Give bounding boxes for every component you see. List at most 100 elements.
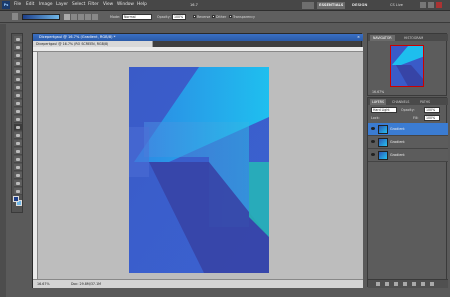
- dither-label: Dither: [216, 15, 227, 19]
- eye-icon[interactable]: [371, 140, 375, 143]
- maximize-button[interactable]: [428, 2, 434, 8]
- eraser-tool[interactable]: [14, 116, 22, 123]
- layer-name: Gradient: [390, 127, 405, 131]
- layers-panel-header: LAYERS CHANNELS PATHS: [368, 98, 448, 105]
- layer-row[interactable]: Gradient: [368, 149, 448, 162]
- shape-tool[interactable]: [14, 172, 22, 179]
- zoom-level[interactable]: 16.7: [190, 3, 198, 7]
- 3d-rotate-tool[interactable]: [14, 180, 22, 187]
- status-doc-size: Doc: 29.8M/37.1M: [71, 282, 102, 286]
- artwork-canvas[interactable]: [129, 67, 269, 273]
- tab-histogram[interactable]: HISTOGRAM: [401, 35, 426, 41]
- add-mask-icon[interactable]: [394, 282, 398, 286]
- opacity-label: Opacity:: [157, 15, 171, 19]
- marquee-tool[interactable]: [14, 44, 22, 51]
- cs-live-button[interactable]: CS Live: [390, 3, 403, 7]
- trash-icon[interactable]: [430, 282, 434, 286]
- history-brush-tool[interactable]: [14, 108, 22, 115]
- workspace-icon[interactable]: [302, 2, 314, 9]
- navigator-preview[interactable]: [390, 45, 424, 87]
- status-zoom[interactable]: 16.67%: [37, 282, 50, 286]
- left-dock: [0, 24, 6, 297]
- minimize-button[interactable]: [420, 2, 426, 8]
- reflected-gradient-icon[interactable]: [85, 14, 91, 20]
- angle-gradient-icon[interactable]: [78, 14, 84, 20]
- layer-opacity-field[interactable]: 100%: [424, 107, 440, 113]
- blur-tool[interactable]: [14, 132, 22, 139]
- clone-stamp-tool[interactable]: [14, 100, 22, 107]
- gradient-tool[interactable]: [14, 124, 22, 131]
- blend-mode-select[interactable]: Hard Light: [371, 107, 397, 113]
- tab-layers[interactable]: LAYERS: [370, 99, 386, 105]
- transparency-label: Transparency: [233, 15, 255, 19]
- fill-field[interactable]: 100%: [424, 115, 440, 121]
- navigator-panel-header: NAVIGATOR HISTOGRAM: [368, 34, 448, 41]
- layer-thumbnail: [378, 151, 388, 160]
- new-group-icon[interactable]: [412, 282, 416, 286]
- radial-gradient-icon[interactable]: [71, 14, 77, 20]
- menu-view[interactable]: View: [103, 2, 113, 7]
- mode-select[interactable]: Normal: [122, 14, 152, 20]
- status-bar: 16.67% Doc: 29.8M/37.1M: [33, 279, 363, 288]
- lasso-tool[interactable]: [14, 52, 22, 59]
- gradient-tool-icon: [12, 13, 18, 20]
- menu-help[interactable]: Help: [137, 2, 147, 7]
- layers-panel: LAYERS CHANNELS PATHS Hard Light Opacity…: [367, 97, 448, 288]
- navigator-panel: NAVIGATOR HISTOGRAM 16.67%: [367, 33, 448, 96]
- artwork-graphic: [129, 67, 269, 273]
- mode-label: Mode:: [110, 15, 121, 19]
- workspace-design-button[interactable]: DESIGN: [352, 2, 367, 9]
- new-layer-icon[interactable]: [421, 282, 425, 286]
- opacity-field[interactable]: 100%: [172, 14, 186, 20]
- menu-edit[interactable]: Edit: [26, 2, 34, 7]
- reverse-checkbox[interactable]: [193, 15, 196, 18]
- dither-checkbox[interactable]: [212, 15, 215, 18]
- layer-opacity-label: Opacity:: [401, 108, 415, 112]
- tab-paths[interactable]: PATHS: [418, 99, 432, 105]
- lock-label: Lock:: [371, 116, 380, 120]
- layer-thumbnail: [378, 138, 388, 147]
- menu-window[interactable]: Window: [117, 2, 134, 7]
- foreground-color-swatch[interactable]: [13, 196, 19, 202]
- type-tool[interactable]: [14, 156, 22, 163]
- workspace-essentials-button[interactable]: ESSENTIALS: [317, 2, 346, 9]
- link-layers-icon[interactable]: [376, 282, 380, 286]
- eye-icon[interactable]: [371, 127, 375, 130]
- menu-bar: Ps File Edit Image Layer Select Filter V…: [0, 0, 450, 11]
- layer-style-icon[interactable]: [385, 282, 389, 286]
- tab-channels[interactable]: CHANNELS: [390, 99, 411, 105]
- adjustment-layer-icon[interactable]: [403, 282, 407, 286]
- healing-brush-tool[interactable]: [14, 84, 22, 91]
- transparency-checkbox[interactable]: [229, 15, 232, 18]
- menu-filter[interactable]: Filter: [88, 2, 99, 7]
- move-tool[interactable]: [14, 36, 22, 43]
- close-app-button[interactable]: [436, 2, 442, 8]
- hand-tool[interactable]: [14, 188, 22, 195]
- diamond-gradient-icon[interactable]: [92, 14, 98, 20]
- eye-icon[interactable]: [371, 153, 375, 156]
- document-title: Dicepertgaul @ 16.7% (Gradient, RGB/8) *: [39, 35, 116, 39]
- menu-layer[interactable]: Layer: [56, 2, 68, 7]
- document-title-bar[interactable]: Dicepertgaul @ 16.7% (Gradient, RGB/8) *…: [33, 34, 363, 41]
- close-document-button[interactable]: ×: [357, 34, 360, 41]
- menu-file[interactable]: File: [14, 2, 21, 7]
- layer-row[interactable]: Gradient: [368, 123, 448, 136]
- navigator-zoom-value[interactable]: 16.67%: [372, 90, 384, 94]
- menu-image[interactable]: Image: [39, 2, 52, 7]
- pen-tool[interactable]: [14, 148, 22, 155]
- eyedropper-tool[interactable]: [14, 76, 22, 83]
- tab-navigator[interactable]: NAVIGATOR: [370, 35, 395, 41]
- menu-select[interactable]: Select: [72, 2, 85, 7]
- linear-gradient-icon[interactable]: [64, 14, 70, 20]
- crop-tool[interactable]: [14, 68, 22, 75]
- reverse-label: Reverse: [197, 15, 211, 19]
- options-bar: Mode: Normal Opacity: 100% Reverse Dithe…: [0, 11, 450, 23]
- tools-panel: [11, 33, 23, 213]
- brush-tool[interactable]: [14, 92, 22, 99]
- layer-name: Gradient: [390, 140, 405, 144]
- quick-select-tool[interactable]: [14, 60, 22, 67]
- path-select-tool[interactable]: [14, 164, 22, 171]
- gradient-picker[interactable]: [22, 14, 60, 20]
- layer-row[interactable]: Gradient: [368, 136, 448, 149]
- dodge-tool[interactable]: [14, 140, 22, 147]
